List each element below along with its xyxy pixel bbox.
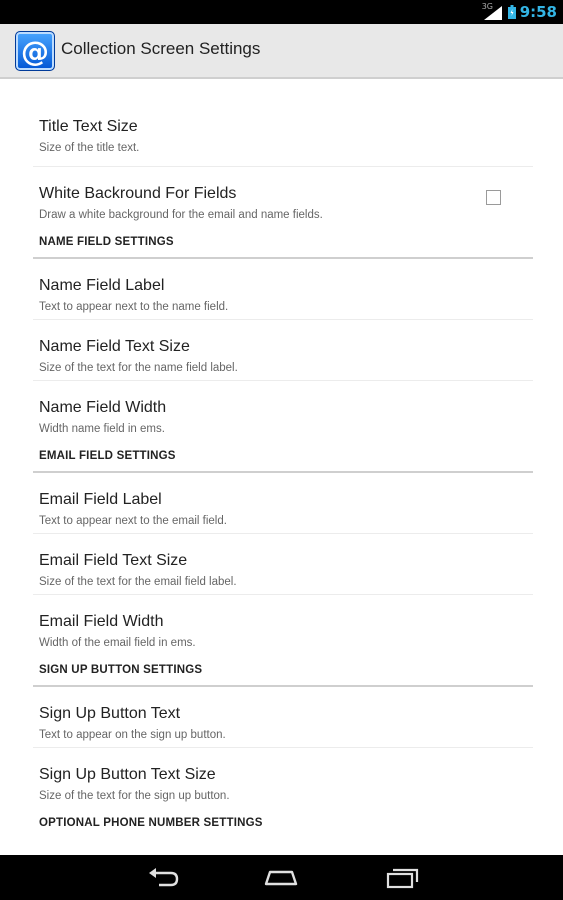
white-background-checkbox[interactable] <box>486 190 501 205</box>
pref-title: Sign Up Button Text Size <box>39 766 216 783</box>
pref-white-background[interactable]: White Backround For Fields Draw a white … <box>33 167 533 227</box>
pref-summary: Width of the email field in ems. <box>39 637 196 649</box>
pref-sign-up-button-text-size[interactable]: Sign Up Button Text Size Size of the tex… <box>33 748 533 808</box>
section-header-email: EMAIL FIELD SETTINGS <box>33 441 533 473</box>
app-icon[interactable]: @ <box>15 31 55 71</box>
section-header-label: NAME FIELD SETTINGS <box>39 236 174 248</box>
recents-icon[interactable] <box>384 865 420 889</box>
pref-title: Sign Up Button Text <box>39 705 181 722</box>
home-icon[interactable] <box>263 865 299 889</box>
section-header-label: OPTIONAL PHONE NUMBER SETTINGS <box>39 817 263 829</box>
pref-title: Email Field Text Size <box>39 552 188 569</box>
pref-summary: Text to appear next to the email field. <box>39 515 227 527</box>
signal-icon: 3G <box>482 2 504 21</box>
preference-list: Title Text Size Size of the title text. … <box>33 100 533 838</box>
pref-title: White Backround For Fields <box>39 185 237 202</box>
page-title: Collection Screen Settings <box>61 39 261 58</box>
section-header-phone: OPTIONAL PHONE NUMBER SETTINGS <box>33 808 533 838</box>
pref-summary: Size of the text for the sign up button. <box>39 790 230 802</box>
back-icon[interactable] <box>145 865 181 889</box>
pref-sign-up-button-text[interactable]: Sign Up Button Text Text to appear on th… <box>33 687 533 748</box>
pref-summary: Size of the text for the email field lab… <box>39 576 237 588</box>
section-header-name: NAME FIELD SETTINGS <box>33 227 533 259</box>
pref-title: Name Field Text Size <box>39 338 190 355</box>
pref-name-field-label[interactable]: Name Field Label Text to appear next to … <box>33 259 533 320</box>
pref-title: Name Field Label <box>39 277 165 294</box>
status-bar-right: 3G 9:58 <box>482 0 557 24</box>
status-bar: 3G 9:58 <box>0 0 563 24</box>
navigation-bar <box>0 855 563 900</box>
pref-title-text-size[interactable]: Title Text Size Size of the title text. <box>33 100 533 167</box>
clock: 9:58 <box>519 3 557 21</box>
pref-summary: Text to appear on the sign up button. <box>39 729 226 741</box>
section-header-signup: SIGN UP BUTTON SETTINGS <box>33 655 533 687</box>
pref-title: Name Field Width <box>39 399 167 416</box>
pref-email-field-width[interactable]: Email Field Width Width of the email fie… <box>33 595 533 655</box>
pref-summary: Draw a white background for the email an… <box>39 209 323 221</box>
pref-summary: Width name field in ems. <box>39 423 165 435</box>
pref-summary: Size of the title text. <box>39 142 140 154</box>
battery-icon <box>507 5 516 19</box>
pref-name-field-width[interactable]: Name Field Width Width name field in ems… <box>33 381 533 441</box>
pref-title: Email Field Width <box>39 613 164 630</box>
pref-name-field-text-size[interactable]: Name Field Text Size Size of the text fo… <box>33 320 533 381</box>
action-bar: @ Collection Screen Settings <box>0 24 563 79</box>
section-header-label: SIGN UP BUTTON SETTINGS <box>39 664 203 676</box>
pref-title: Email Field Label <box>39 491 162 508</box>
pref-email-field-text-size[interactable]: Email Field Text Size Size of the text f… <box>33 534 533 595</box>
pref-email-field-label[interactable]: Email Field Label Text to appear next to… <box>33 473 533 534</box>
section-header-label: EMAIL FIELD SETTINGS <box>39 450 176 462</box>
pref-title: Title Text Size <box>39 118 138 135</box>
pref-summary: Size of the text for the name field labe… <box>39 362 238 374</box>
pref-summary: Text to appear next to the name field. <box>39 301 229 313</box>
